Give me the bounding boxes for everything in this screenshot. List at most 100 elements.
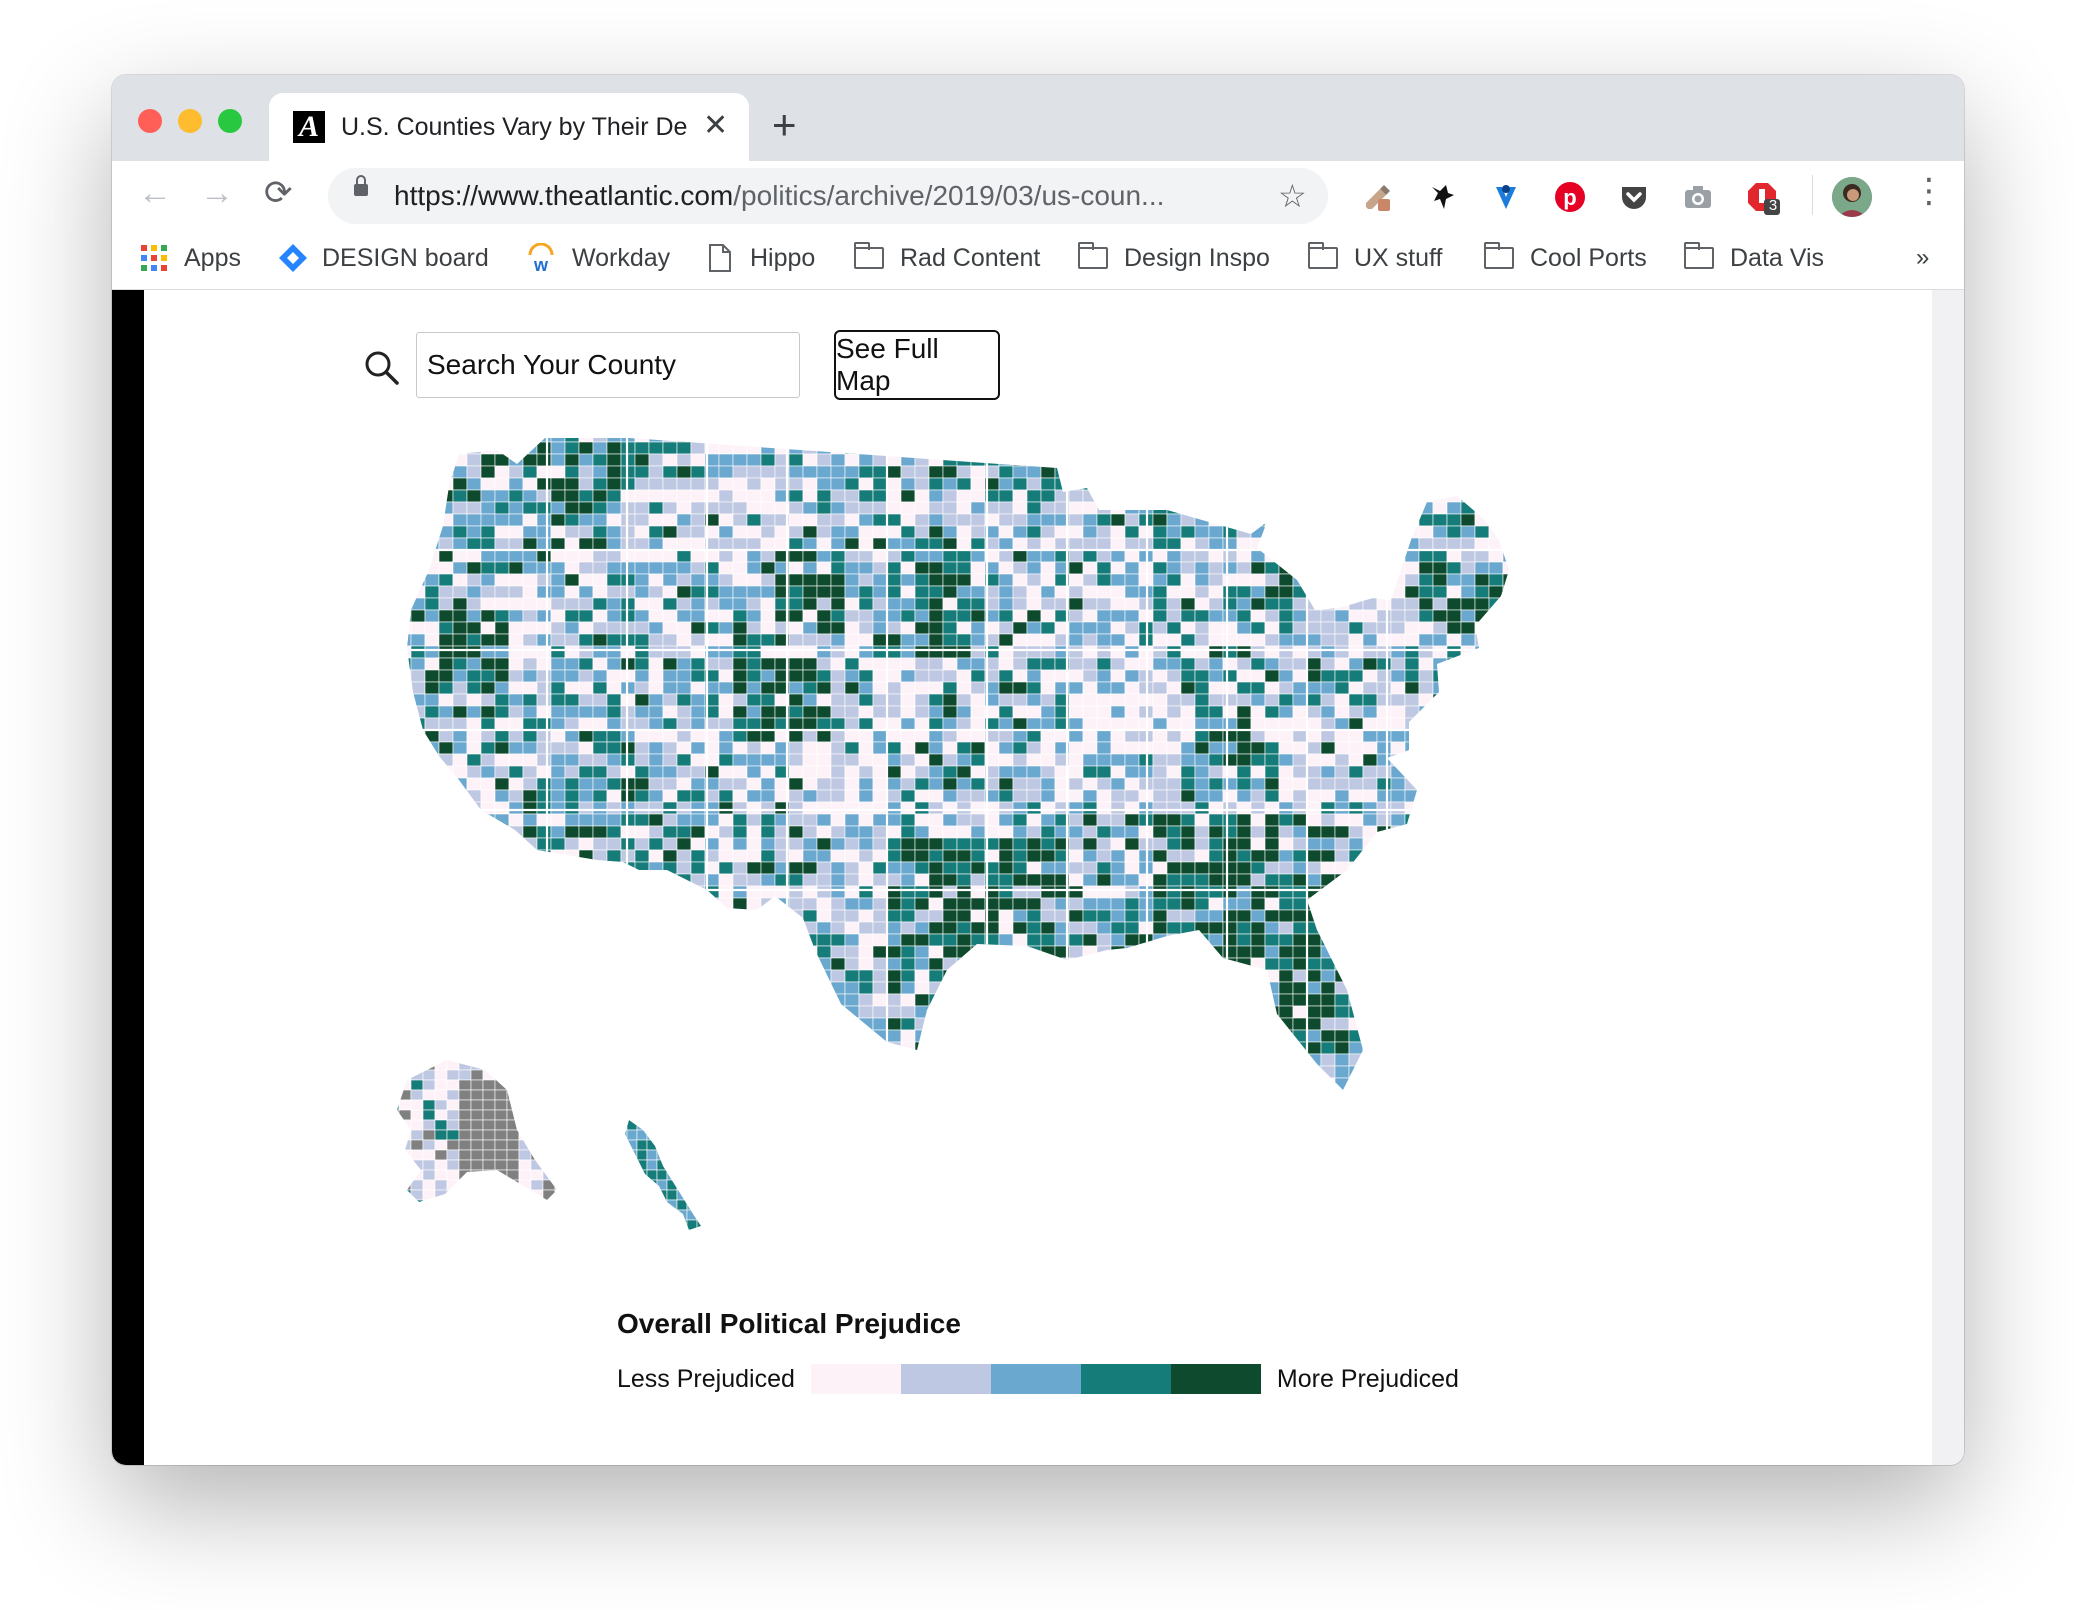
county-cell [1362, 969, 1378, 983]
county-cell [872, 837, 888, 851]
county-cell [844, 573, 860, 587]
county-cell [1404, 441, 1420, 455]
zoom-window-button[interactable] [218, 109, 242, 133]
county-cell [858, 1065, 874, 1079]
eyedropper-icon[interactable] [1362, 181, 1394, 213]
bookmark-workday[interactable]: w Workday [526, 241, 670, 275]
bat-icon[interactable] [1426, 181, 1458, 213]
county-cell [802, 933, 818, 947]
tab-active[interactable]: A U.S. Counties Vary by Their De ✕ [269, 93, 749, 161]
county-cell [942, 717, 958, 731]
bookmark-design-inspo[interactable]: Design Inspo [1078, 241, 1270, 275]
county-cell [530, 1109, 544, 1121]
vimeo-icon[interactable] [1490, 181, 1522, 213]
county-cell [1236, 537, 1252, 551]
bookmark-design-board[interactable]: DESIGN board [278, 241, 489, 275]
county-cell [1292, 753, 1308, 767]
county-cell [760, 561, 776, 575]
county-cell [522, 645, 538, 659]
reload-button[interactable]: ⟳ [264, 173, 293, 213]
browser-menu-button[interactable]: ⋮ [1912, 171, 1946, 211]
bookmark-label: Apps [184, 243, 241, 272]
pocket-icon[interactable] [1618, 181, 1650, 213]
county-cell [1040, 729, 1056, 743]
county-cell [482, 1119, 496, 1131]
county-cell [1250, 549, 1266, 563]
bookmark-cool-ports[interactable]: Cool Ports [1484, 241, 1647, 275]
bookmark-data-vis[interactable]: Data Vis [1684, 241, 1824, 275]
new-tab-button[interactable]: + [772, 103, 797, 147]
county-cell [886, 969, 902, 983]
county-cell [999, 1102, 1013, 1114]
county-cell [914, 729, 930, 743]
county-search-input[interactable] [416, 332, 800, 398]
county-cell [1460, 669, 1476, 683]
county-cell [900, 501, 916, 515]
county-cell [1349, 1102, 1363, 1114]
bookmark-star-icon[interactable]: ☆ [1278, 178, 1307, 214]
url-text[interactable]: https://www.theatlantic.com/politics/arc… [394, 180, 1164, 212]
county-cell [648, 981, 664, 995]
address-bar[interactable]: https://www.theatlantic.com/politics/arc… [328, 168, 1328, 224]
county-cell [1502, 969, 1509, 983]
see-full-map-button[interactable]: See Full Map [834, 330, 1000, 400]
county-cell [1320, 489, 1336, 503]
county-cell [564, 501, 580, 515]
back-button[interactable]: ← [138, 173, 172, 213]
close-window-button[interactable] [138, 109, 162, 133]
county-cell [1474, 801, 1490, 815]
scrollbar-track[interactable] [1932, 290, 1964, 1465]
county-cell [550, 969, 566, 983]
county-cell [480, 633, 496, 647]
county-cell [830, 513, 846, 527]
bookmark-apps[interactable]: Apps [140, 241, 241, 275]
bookmark-rad-content[interactable]: Rad Content [854, 241, 1040, 275]
minimize-window-button[interactable] [178, 109, 202, 133]
county-cell [1502, 453, 1509, 467]
county-cell [1068, 453, 1084, 467]
county-cell [1110, 837, 1126, 851]
county-cell [1250, 477, 1266, 491]
county-cell [1278, 753, 1294, 767]
county-cell [1474, 573, 1490, 587]
county-cell [1082, 669, 1098, 683]
county-cell [900, 993, 916, 1007]
county-cell [1404, 957, 1420, 971]
county-cell [788, 513, 804, 527]
county-cell [1012, 945, 1028, 959]
county-cell [1376, 909, 1392, 923]
county-cell [550, 513, 566, 527]
county-cell [1432, 729, 1448, 743]
county-cell [1082, 1017, 1098, 1031]
county-cell [625, 1159, 628, 1171]
county-cell [648, 885, 664, 899]
pinterest-icon[interactable]: p [1554, 181, 1586, 213]
county-cell [760, 1041, 776, 1055]
us-county-choropleth-map[interactable] [367, 430, 1767, 1250]
county-cell [1180, 969, 1196, 983]
county-cell [760, 489, 776, 503]
county-cell [1110, 513, 1126, 527]
county-cell [732, 597, 748, 611]
county-cell [480, 765, 496, 779]
county-cell [676, 1077, 692, 1090]
adblock-icon[interactable]: 3 [1746, 181, 1780, 215]
bookmark-hippo[interactable]: Hippo [708, 241, 815, 275]
county-cell [1250, 1089, 1266, 1090]
county-cell [718, 849, 734, 863]
camera-icon[interactable] [1682, 181, 1714, 213]
bookmarks-overflow-icon[interactable]: » [1916, 241, 1929, 275]
county-cell [506, 1129, 520, 1141]
county-cell [676, 477, 692, 491]
lock-icon[interactable] [354, 175, 368, 196]
county-cell [844, 441, 860, 455]
county-cell [662, 705, 678, 719]
close-tab-icon[interactable]: ✕ [703, 109, 728, 143]
bookmark-ux-stuff[interactable]: UX stuff [1308, 241, 1442, 275]
county-cell [1474, 717, 1490, 731]
county-cell [718, 525, 734, 539]
county-cell [1152, 885, 1168, 899]
forward-button[interactable]: → [200, 173, 234, 213]
profile-avatar[interactable] [1832, 177, 1872, 217]
county-cell [452, 849, 468, 863]
